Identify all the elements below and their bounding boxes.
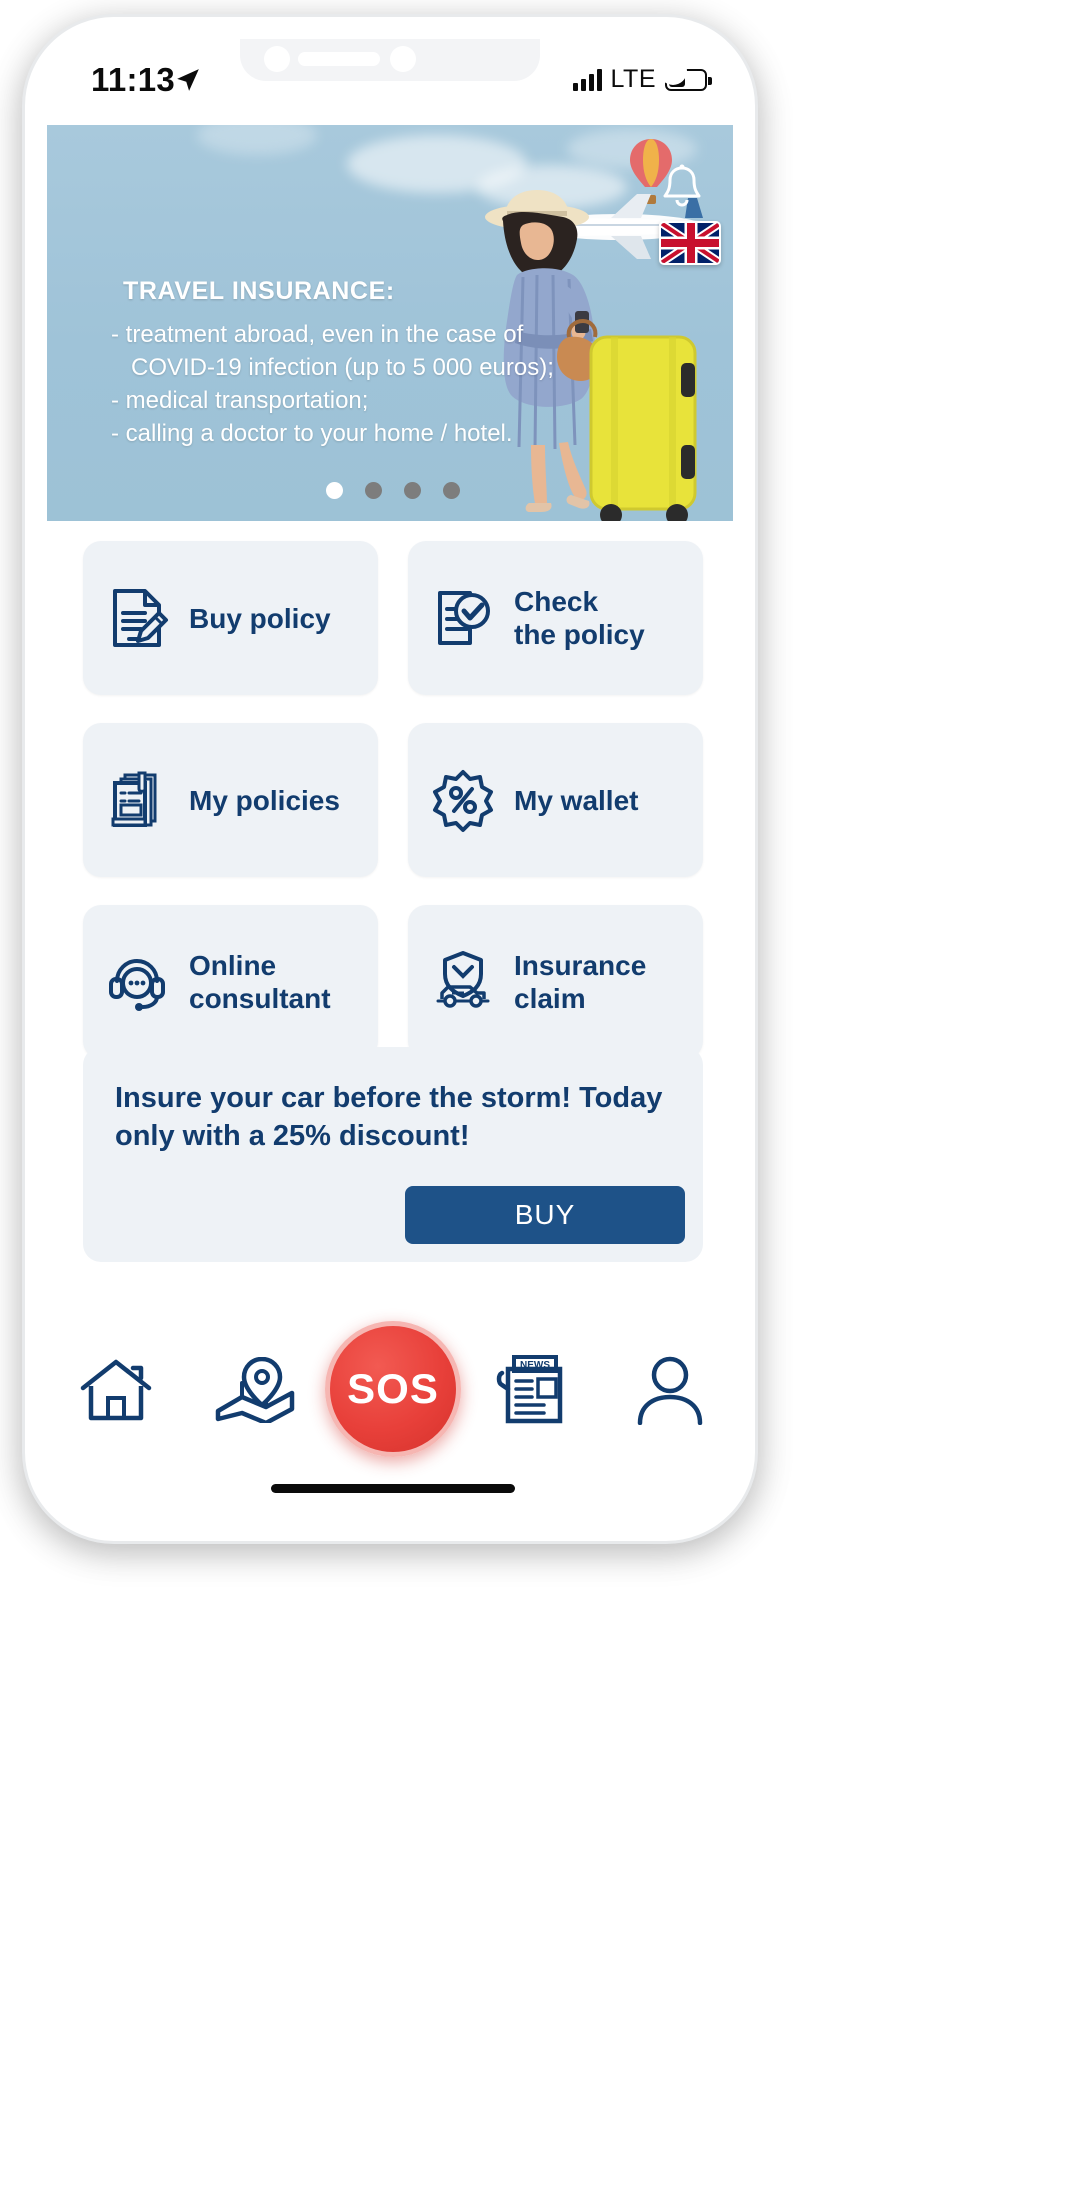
signal-bars-icon [572,68,602,91]
hero-banner[interactable]: TRAVEL INSURANCE: - treatment abroad, ev… [47,125,733,521]
document-check-icon [438,591,490,645]
nav-item-home[interactable] [73,1347,159,1433]
menu-card-online-consultant[interactable]: Online consultant [83,905,378,1059]
user-icon [637,1356,702,1425]
notch-sensor-extra [659,57,687,85]
menu-card-check-policy[interactable]: Check the policy [408,541,703,695]
location-arrow-icon [177,69,199,91]
status-time: 11:13 [91,61,176,98]
newspaper-icon: NEWS [497,1355,563,1424]
menu-card-insurance-claim[interactable]: Insurance claim [408,905,703,1059]
nav-item-news[interactable]: NEWS [488,1347,574,1433]
phone-notch [240,39,540,81]
notch-speaker [298,52,380,66]
promo-text-line1: Insure your car before the storm! Today [115,1082,663,1114]
menu-card-label-line1: Online [189,950,277,981]
menu-card-label-line2: claim [514,983,586,1014]
menu-card-label: Insurance claim [514,949,646,1015]
phone-frame: 11:13 LTE TRAVEL INSURANCE: - treatment … [22,14,758,1544]
cloud-decoration [197,125,317,155]
screenshot-root: 11:13 LTE TRAVEL INSURANCE: - treatment … [0,0,1080,2200]
menu-card-buy-policy[interactable]: Buy policy [83,541,378,695]
nav-item-map[interactable] [212,1347,298,1433]
nav-item-profile[interactable] [627,1347,713,1433]
carousel-dot-1[interactable] [326,482,343,499]
promo-text-line2: only with a 25% discount! [115,1120,470,1152]
promo-buy-button[interactable]: BUY [405,1186,685,1244]
notch-camera [545,57,573,85]
menu-card-my-policies[interactable]: My policies [83,723,378,877]
hero-bullets: - treatment abroad, even in the case of … [111,318,554,450]
hero-bullet-line: - medical transportation; [111,387,369,414]
menu-grid: Buy policy Check the policy My policies … [47,521,733,1087]
menu-card-label: Buy policy [189,602,331,634]
headset-chat-icon [109,959,165,1011]
menu-card-label-line2: the policy [514,619,645,650]
document-pen-icon [113,589,168,647]
promo-text: Insure your car before the storm! Today … [115,1079,671,1155]
promo-banner: Insure your car before the storm! Today … [83,1047,703,1262]
menu-card-my-wallet[interactable]: My wallet [408,723,703,877]
notch-sensor-left [264,46,290,72]
menu-card-label-line2: consultant [189,983,331,1014]
sos-button[interactable]: SOS [325,1321,461,1457]
menu-row: Buy policy Check the policy [83,541,703,695]
hero-title: TRAVEL INSURANCE: [123,277,395,305]
car-shield-icon [436,951,490,1008]
hero-bullet-line: COVID-19 infection (up to 5 000 euros); [111,354,554,381]
menu-row: Online consultant Insurance claim [83,905,703,1059]
carousel-dot-3[interactable] [404,482,421,499]
home-indicator [271,1484,515,1493]
policy-stack-icon [111,771,157,827]
menu-card-label: Check the policy [514,585,645,651]
carousel-dot-4[interactable] [443,482,460,499]
notification-bell-icon[interactable] [659,163,705,213]
bottom-nav: NEWS SOS [47,1309,733,1519]
map-pin-icon [215,1357,294,1423]
menu-card-label: Online consultant [189,949,331,1015]
hero-bullet-line: - treatment abroad, even in the case of [111,321,524,348]
network-label: LTE [610,65,656,93]
home-icon [80,1359,152,1421]
menu-row: My policies My wallet [83,723,703,877]
svg-text:NEWS: NEWS [520,1360,550,1371]
uk-flag-icon[interactable] [659,221,721,265]
carousel-dot-2[interactable] [365,482,382,499]
hero-bullet-line: - calling a doctor to your home / hotel. [111,420,513,447]
menu-card-label: My policies [189,784,340,816]
phone-screen: 11:13 LTE TRAVEL INSURANCE: - treatment … [47,39,733,1519]
menu-card-label: My wallet [514,784,639,816]
menu-card-label-line1: Check [514,586,599,617]
menu-card-label-line1: Insurance [514,950,647,981]
percent-badge-icon [433,770,493,832]
notch-sensor-right [390,46,416,72]
carousel-dots[interactable] [326,482,460,499]
